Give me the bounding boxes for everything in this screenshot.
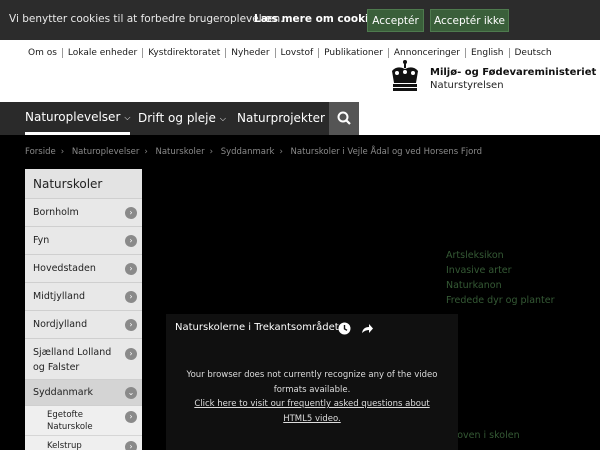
breadcrumb-separator: ›: [60, 147, 65, 157]
breadcrumb-link-syddanmark[interactable]: Syddanmark: [221, 147, 275, 157]
chevron-right-icon: ›: [125, 441, 137, 450]
video-faq-link[interactable]: HTML5 video.: [283, 414, 341, 424]
sidebar-item-syddanmark[interactable]: Syddanmark ⌄: [25, 380, 142, 406]
related-link-naturkanon[interactable]: Naturkanon: [446, 278, 555, 293]
chevron-right-icon: ›: [125, 348, 137, 360]
sidebar-item-hovedstaden[interactable]: Hovedstaden ›: [25, 255, 142, 283]
crown-logo-icon[interactable]: [388, 59, 422, 93]
ministry-name: Miljø- og Fødevareministeriet: [430, 67, 597, 78]
chevron-right-icon: ›: [125, 263, 137, 275]
chevron-right-icon: ›: [125, 411, 137, 423]
topnav-link-annonceringer[interactable]: Annonceringer: [387, 48, 465, 58]
chevron-right-icon: ›: [125, 319, 137, 331]
site-header: Om os Lokale enheder Kystdirektoratet Ny…: [0, 40, 600, 102]
related-links: Artsleksikon Invasive arter Naturkanon F…: [446, 248, 555, 308]
agency-name: Naturstyrelsen: [430, 80, 504, 91]
sidebar-item-label: Syddanmark: [33, 387, 94, 398]
sidebar-item-bornholm[interactable]: Bornholm ›: [25, 199, 142, 227]
nav-item-label: Naturoplevelser: [25, 110, 121, 124]
chevron-right-icon: ›: [125, 235, 137, 247]
sidebar-title: Naturskoler: [25, 169, 142, 199]
page: Vi benytter cookies til at forbedre brug…: [0, 0, 600, 450]
chevron-right-icon: ›: [125, 291, 137, 303]
topnav-link-lokale-enheder[interactable]: Lokale enheder: [61, 48, 142, 58]
cookie-banner: Vi benytter cookies til at forbedre brug…: [0, 0, 600, 40]
chevron-right-icon: ›: [125, 207, 137, 219]
related-link-invasive-arter[interactable]: Invasive arter: [446, 263, 555, 278]
chevron-down-icon: ⌵: [219, 114, 226, 123]
breadcrumb-link-forside[interactable]: Forside: [25, 147, 56, 157]
topnav-link-english[interactable]: English: [465, 48, 509, 58]
topnav-link-nyheder[interactable]: Nyheder: [225, 48, 274, 58]
video-unsupported-message: Your browser does not currently recogniz…: [166, 368, 458, 426]
topnav-link-publikationer[interactable]: Publikationer: [318, 48, 388, 58]
chevron-down-icon: ⌄: [125, 387, 137, 399]
top-navigation: Om os Lokale enheder Kystdirektoratet Ny…: [22, 48, 557, 58]
sidebar-subitem-label: Egetofte Naturskole: [47, 410, 93, 432]
nav-item-label: Drift og pleje: [138, 111, 216, 125]
sidebar-item-nordjylland[interactable]: Nordjylland ›: [25, 311, 142, 339]
topnav-link-om-os[interactable]: Om os: [22, 48, 62, 58]
breadcrumb: Forside › Naturoplevelser › Naturskoler › S…: [25, 147, 482, 157]
sidebar-item-label: Nordjylland: [33, 319, 88, 330]
sidebar-subitem-kelstrup[interactable]: Kelstrup ›: [25, 436, 142, 450]
chevron-down-icon: ⌵: [124, 113, 131, 122]
related-link-fredede-dyr[interactable]: Fredede dyr og planter: [446, 293, 555, 308]
nav-item-label: Naturprojekter: [237, 111, 325, 125]
breadcrumb-link-naturskoler[interactable]: Naturskoler: [155, 147, 204, 157]
breadcrumb-separator: ›: [144, 147, 148, 157]
cookie-message: Vi benytter cookies til at forbedre brug…: [9, 13, 284, 25]
related-link-artsleksikon[interactable]: Artsleksikon: [446, 248, 555, 263]
video-message-line: formats available.: [273, 384, 351, 395]
topnav-link-kystdirektoratet[interactable]: Kystdirektoratet: [142, 48, 225, 58]
search-button[interactable]: [329, 102, 359, 135]
breadcrumb-separator: ›: [209, 147, 214, 157]
video-title[interactable]: Naturskolerne i Trekantsområdet: [175, 322, 339, 333]
video-message-line: Your browser does not currently recogniz…: [186, 370, 438, 380]
sidebar-subitem-label: Kelstrup: [47, 441, 82, 450]
sidebar-item-fyn[interactable]: Fyn ›: [25, 227, 142, 255]
watch-later-icon[interactable]: [338, 322, 351, 335]
sidebar-item-midtjylland[interactable]: Midtjylland ›: [25, 283, 142, 311]
nav-item-naturoplevelser[interactable]: Naturoplevelser ⌵: [25, 102, 131, 135]
sidebar-item-label: Hovedstaden: [33, 263, 96, 274]
video-player[interactable]: Naturskolerne i Trekantsområdet Your bro…: [166, 314, 458, 450]
sidebar-item-label: Midtjylland: [33, 291, 86, 302]
nav-item-naturprojekter[interactable]: Naturprojekter: [237, 102, 325, 135]
breadcrumb-current: Naturskoler i Vejle Ådal og ved Horsens …: [290, 147, 483, 157]
cookie-more-link[interactable]: Læs mere om cookies: [254, 13, 382, 25]
topnav-link-deutsch[interactable]: Deutsch: [508, 48, 557, 58]
share-icon[interactable]: [361, 322, 374, 335]
nav-item-drift-og-pleje[interactable]: Drift og pleje ⌵: [138, 102, 226, 135]
sidebar-subitem-egetofte[interactable]: Egetofte Naturskole ›: [25, 406, 142, 436]
sidebar-item-label: Fyn: [33, 235, 50, 246]
topnav-link-lovstof[interactable]: Lovstof: [274, 48, 319, 58]
sidebar-item-label: Sjælland Lolland og Falster: [33, 347, 112, 373]
video-faq-link[interactable]: Click here to visit our frequently asked…: [194, 399, 429, 409]
search-icon: [337, 111, 351, 125]
main-navigation: Naturoplevelser ⌵ Drift og pleje ⌵ Naturpr…: [0, 102, 600, 135]
breadcrumb-link-naturoplevelser[interactable]: Naturoplevelser: [72, 147, 140, 157]
accept-cookies-button[interactable]: Acceptér: [367, 9, 424, 32]
sidebar: Naturskoler Bornholm › Fyn › Hovedstaden…: [25, 169, 142, 450]
decline-cookies-button[interactable]: Acceptér ikke: [430, 9, 509, 32]
breadcrumb-separator: ›: [279, 147, 283, 157]
sidebar-item-sjaelland-lolland-falster[interactable]: Sjælland Lolland og Falster ›: [25, 339, 142, 380]
sidebar-item-label: Bornholm: [33, 207, 79, 218]
